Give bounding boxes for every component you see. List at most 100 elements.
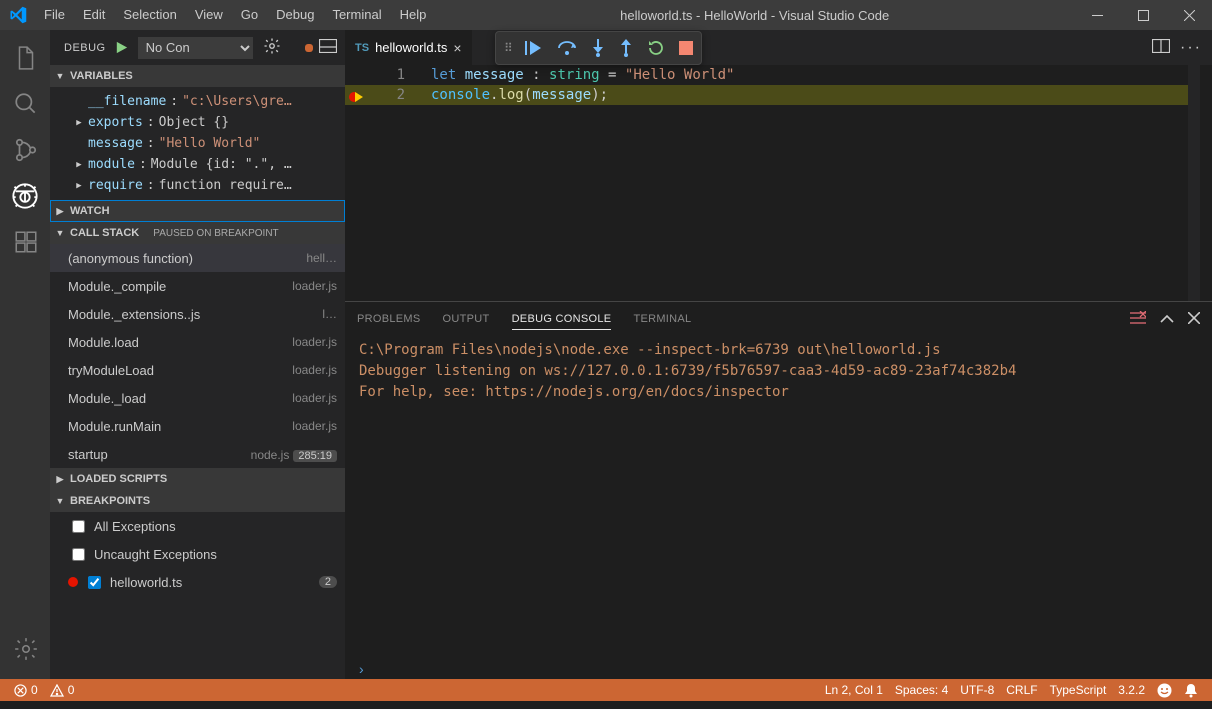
- breakpoint-checkbox[interactable]: [72, 548, 85, 561]
- status-eol[interactable]: CRLF: [1000, 683, 1043, 697]
- code-editor[interactable]: 1 let message : string = "Hello World" 2…: [345, 65, 1212, 301]
- menu-view[interactable]: View: [186, 0, 232, 30]
- debug-console-input[interactable]: ›: [345, 659, 1212, 679]
- step-out-button[interactable]: [619, 39, 633, 57]
- stop-button[interactable]: [679, 41, 693, 55]
- step-over-button[interactable]: [557, 40, 577, 56]
- editor-area: TS helloworld.ts × ··· ⠿ 1 let message :…: [345, 30, 1212, 679]
- clear-console-icon[interactable]: [1130, 311, 1146, 328]
- variables-list: __filename: "c:\Users\gre… ▶exports: Obj…: [50, 87, 345, 200]
- status-encoding[interactable]: UTF-8: [954, 683, 1000, 697]
- config-dirty-indicator: [305, 44, 313, 52]
- window-title: helloworld.ts - HelloWorld - Visual Stud…: [435, 8, 1074, 23]
- menu-bar: File Edit Selection View Go Debug Termin…: [35, 0, 435, 30]
- titlebar: File Edit Selection View Go Debug Termin…: [0, 0, 1212, 30]
- stack-frame[interactable]: (anonymous function)hell…: [50, 244, 345, 272]
- breakpoints-header[interactable]: ▼BREAKPOINTS: [50, 490, 345, 512]
- variable-row[interactable]: ▶require: function require…: [50, 175, 345, 196]
- menu-edit[interactable]: Edit: [74, 0, 114, 30]
- menu-help[interactable]: Help: [391, 0, 436, 30]
- callstack-list: (anonymous function)hell… Module._compil…: [50, 244, 345, 468]
- variables-header[interactable]: ▼VARIABLES: [50, 65, 345, 87]
- configure-gear-icon[interactable]: [259, 37, 285, 58]
- continue-button[interactable]: [525, 40, 543, 56]
- status-bar: 0 0 Ln 2, Col 1 Spaces: 4 UTF-8 CRLF Typ…: [0, 679, 1212, 701]
- panel-tabs: PROBLEMS OUTPUT DEBUG CONSOLE TERMINAL: [345, 302, 1212, 336]
- line-number: 1: [345, 67, 423, 83]
- callstack-header[interactable]: ▼CALL STACKPAUSED ON BREAKPOINT: [50, 222, 345, 244]
- debug-console-toggle-icon[interactable]: [319, 39, 337, 56]
- status-warnings[interactable]: 0: [44, 683, 81, 697]
- extensions-icon[interactable]: [0, 222, 50, 262]
- menu-selection[interactable]: Selection: [114, 0, 185, 30]
- breakpoint-count: 2: [319, 576, 337, 588]
- status-spaces[interactable]: Spaces: 4: [889, 683, 954, 697]
- minimap[interactable]: [1188, 65, 1200, 301]
- breakpoint-row[interactable]: All Exceptions: [50, 512, 345, 540]
- split-editor-icon[interactable]: [1152, 39, 1170, 56]
- explorer-icon[interactable]: [0, 38, 50, 78]
- tab-terminal[interactable]: TERMINAL: [633, 313, 691, 325]
- activity-bar: [0, 30, 50, 679]
- status-version[interactable]: 3.2.2: [1112, 683, 1151, 697]
- stack-frame[interactable]: Module.loadloader.js: [50, 328, 345, 356]
- breakpoint-checkbox[interactable]: [88, 576, 101, 589]
- close-icon[interactable]: [1166, 0, 1212, 30]
- watch-header[interactable]: ▶WATCH: [50, 200, 345, 222]
- debug-config-select[interactable]: No Con: [138, 37, 253, 59]
- step-into-button[interactable]: [591, 39, 605, 57]
- stack-frame[interactable]: Module.runMainloader.js: [50, 412, 345, 440]
- tab-problems[interactable]: PROBLEMS: [357, 313, 421, 325]
- breakpoint-row[interactable]: Uncaught Exceptions: [50, 540, 345, 568]
- code-line[interactable]: 1 let message : string = "Hello World": [345, 65, 1200, 85]
- more-actions-icon[interactable]: ···: [1180, 39, 1202, 57]
- debug-sidebar: DEBUG No Con ▼VARIABLES __filename: "c:\…: [50, 30, 345, 679]
- variable-row[interactable]: __filename: "c:\Users\gre…: [50, 91, 345, 112]
- menu-terminal[interactable]: Terminal: [323, 0, 390, 30]
- stack-frame[interactable]: Module._extensions..jsl…: [50, 300, 345, 328]
- status-errors[interactable]: 0: [8, 683, 44, 697]
- debug-icon[interactable]: [1, 176, 49, 216]
- debug-console-output[interactable]: C:\Program Files\nodejs\node.exe --inspe…: [345, 336, 1212, 659]
- tab-label: helloworld.ts: [375, 40, 447, 55]
- menu-debug[interactable]: Debug: [267, 0, 323, 30]
- vscode-logo-icon: [0, 6, 35, 24]
- maximize-icon[interactable]: [1120, 0, 1166, 30]
- tab-helloworld[interactable]: TS helloworld.ts ×: [345, 30, 473, 65]
- variable-row[interactable]: message: "Hello World": [50, 133, 345, 154]
- start-debugging-button[interactable]: [112, 38, 132, 58]
- breakpoint-row[interactable]: helloworld.ts2: [50, 568, 345, 596]
- tab-close-icon[interactable]: ×: [453, 40, 461, 56]
- stack-frame[interactable]: Module._compileloader.js: [50, 272, 345, 300]
- menu-go[interactable]: Go: [232, 0, 267, 30]
- restart-button[interactable]: [647, 39, 665, 57]
- notifications-icon[interactable]: [1178, 683, 1204, 698]
- feedback-icon[interactable]: [1151, 683, 1178, 698]
- breakpoint-checkbox[interactable]: [72, 520, 85, 533]
- debug-toolbar[interactable]: ⠿: [495, 31, 702, 65]
- panel: PROBLEMS OUTPUT DEBUG CONSOLE TERMINAL C…: [345, 301, 1212, 679]
- stack-frame[interactable]: Module._loadloader.js: [50, 384, 345, 412]
- tab-debug-console[interactable]: DEBUG CONSOLE: [512, 313, 612, 330]
- tab-output[interactable]: OUTPUT: [443, 313, 490, 325]
- close-panel-icon[interactable]: [1188, 311, 1200, 328]
- loaded-scripts-header[interactable]: ▶LOADED SCRIPTS: [50, 468, 345, 490]
- breakpoint-dot-icon: [68, 577, 78, 587]
- code-line[interactable]: 2 console.log(message);: [345, 85, 1200, 105]
- status-language[interactable]: TypeScript: [1044, 683, 1113, 697]
- source-control-icon[interactable]: [0, 130, 50, 170]
- stack-frame[interactable]: startupnode.js285:19: [50, 440, 345, 468]
- menu-file[interactable]: File: [35, 0, 74, 30]
- status-cursor[interactable]: Ln 2, Col 1: [819, 683, 889, 697]
- variable-row[interactable]: ▶module: Module {id: ".", …: [50, 154, 345, 175]
- tab-bar: TS helloworld.ts × ···: [345, 30, 1212, 65]
- drag-handle-icon[interactable]: ⠿: [504, 41, 511, 55]
- breakpoints-list: All Exceptions Uncaught Exceptions hello…: [50, 512, 345, 596]
- collapse-panel-icon[interactable]: [1160, 311, 1174, 328]
- settings-icon[interactable]: [0, 629, 50, 669]
- variable-row[interactable]: ▶exports: Object {}: [50, 112, 345, 133]
- minimize-icon[interactable]: [1074, 0, 1120, 30]
- breakpoint-current-icon: [349, 91, 363, 103]
- stack-frame[interactable]: tryModuleLoadloader.js: [50, 356, 345, 384]
- search-icon[interactable]: [0, 84, 50, 124]
